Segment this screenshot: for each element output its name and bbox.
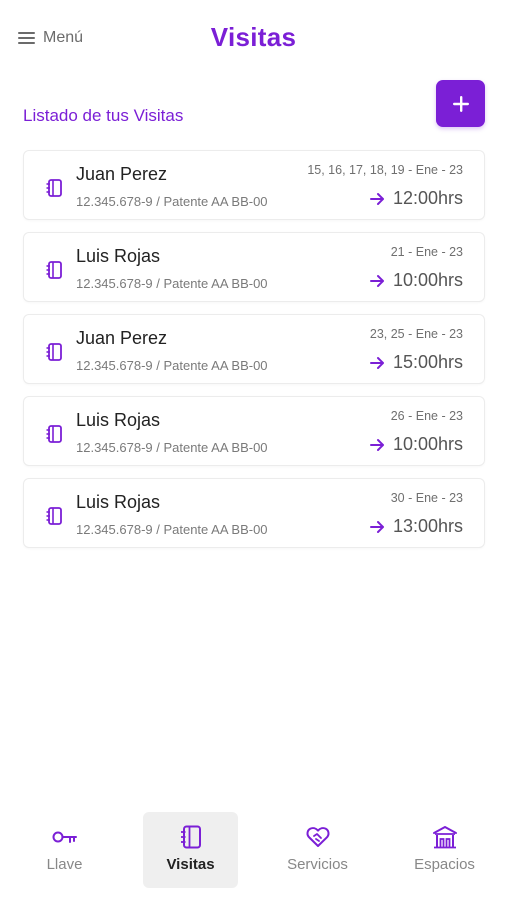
- nav-label: Espacios: [414, 856, 475, 873]
- arrow-right-icon: [369, 274, 384, 287]
- visitor-name: Juan Perez: [76, 328, 168, 348]
- visitor-detail: 12.345.678-9 / Patente AA BB-00: [76, 440, 268, 455]
- arrow-right-icon: [369, 356, 384, 369]
- notebook-icon: [46, 425, 62, 443]
- visit-time-label: 12:00hrs: [392, 188, 463, 208]
- visit-time: 12:00hrs: [369, 188, 463, 209]
- building-icon: [432, 826, 457, 849]
- visit-time-label: 13:00hrs: [392, 516, 463, 536]
- notebook-icon: [46, 343, 62, 361]
- nav-label: Servicios: [287, 856, 348, 873]
- page-title: Visitas: [210, 22, 297, 52]
- visit-card[interactable]: Juan Perez 12.345.678-9 / Patente AA BB-…: [23, 150, 485, 220]
- arrow-right-icon: [369, 520, 384, 533]
- visit-time-label: 10:00hrs: [392, 270, 463, 290]
- app-screen: Menú Visitas Listado de tus Visitas Juan…: [0, 0, 507, 900]
- visit-dates: 23, 25 - Ene - 23: [369, 327, 463, 341]
- visitor-name: Luis Rojas: [76, 492, 161, 512]
- notebook-icon: [46, 507, 62, 525]
- visit-card[interactable]: Luis Rojas 12.345.678-9 / Patente AA BB-…: [23, 232, 485, 302]
- notebook-icon: [46, 179, 62, 197]
- visit-time: 10:00hrs: [369, 434, 463, 455]
- bottom-nav: Llave Visitas Servicios Espacios: [0, 800, 507, 900]
- visitor-name: Juan Perez: [76, 164, 168, 184]
- visit-card[interactable]: Juan Perez 12.345.678-9 / Patente AA BB-…: [23, 314, 485, 384]
- visit-list: Juan Perez 12.345.678-9 / Patente AA BB-…: [23, 150, 485, 560]
- key-icon: [52, 831, 77, 843]
- visit-time-label: 15:00hrs: [392, 352, 463, 372]
- visitor-name: Luis Rojas: [76, 410, 161, 430]
- nav-item-llave[interactable]: Llave: [17, 812, 112, 888]
- notebook-icon: [46, 261, 62, 279]
- visit-time-label: 10:00hrs: [392, 434, 463, 454]
- visitor-detail: 12.345.678-9 / Patente AA BB-00: [76, 522, 268, 537]
- section-title: Listado de tus Visitas: [23, 106, 184, 125]
- visit-time: 10:00hrs: [369, 270, 463, 291]
- arrow-right-icon: [369, 438, 384, 451]
- notebook-icon: [180, 825, 201, 849]
- arrow-right-icon: [369, 192, 384, 205]
- plus-icon: [452, 95, 469, 112]
- visitor-detail: 12.345.678-9 / Patente AA BB-00: [76, 194, 268, 209]
- visit-dates: 30 - Ene - 23: [390, 491, 463, 505]
- nav-item-servicios[interactable]: Servicios: [270, 812, 365, 888]
- visit-dates: 21 - Ene - 23: [390, 245, 463, 259]
- heart-handshake-icon: [306, 827, 329, 847]
- nav-label: Llave: [46, 856, 83, 873]
- visit-dates: 15, 16, 17, 18, 19 - Ene - 23: [307, 163, 463, 177]
- top-bar: Menú Visitas: [0, 0, 507, 78]
- visit-card[interactable]: Luis Rojas 12.345.678-9 / Patente AA BB-…: [23, 396, 485, 466]
- visitor-name: Luis Rojas: [76, 246, 161, 266]
- visit-card[interactable]: Luis Rojas 12.345.678-9 / Patente AA BB-…: [23, 478, 485, 548]
- nav-item-visitas[interactable]: Visitas: [143, 812, 238, 888]
- visitor-detail: 12.345.678-9 / Patente AA BB-00: [76, 358, 268, 373]
- visitor-detail: 12.345.678-9 / Patente AA BB-00: [76, 276, 268, 291]
- nav-label: Visitas: [166, 856, 215, 873]
- visit-time: 13:00hrs: [369, 516, 463, 537]
- visit-time: 15:00hrs: [369, 352, 463, 373]
- add-visit-button[interactable]: [436, 80, 485, 127]
- visit-dates: 26 - Ene - 23: [390, 409, 463, 423]
- nav-item-espacios[interactable]: Espacios: [397, 812, 492, 888]
